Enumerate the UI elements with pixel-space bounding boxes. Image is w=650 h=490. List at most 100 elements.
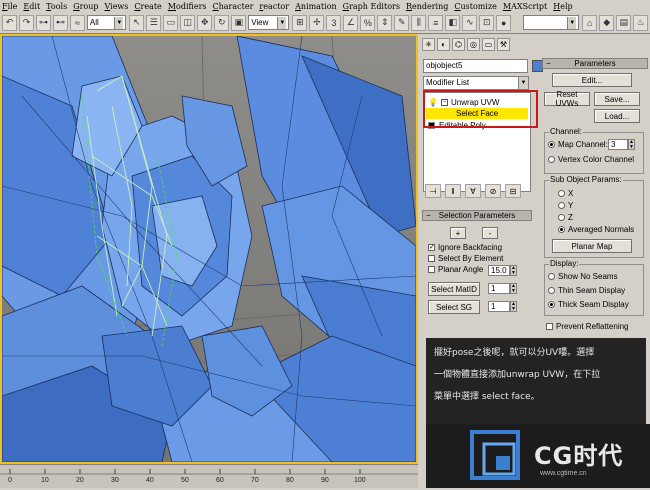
- menu-rendering[interactable]: Rendering: [406, 2, 448, 11]
- spinner-arrows-icon[interactable]: ▲ ▼: [510, 301, 517, 312]
- radio-label: Y: [568, 201, 574, 210]
- averaged-normals-radio[interactable]: Averaged Normals: [558, 225, 634, 234]
- menu-tools[interactable]: Tools: [46, 2, 67, 11]
- menu-maxscript[interactable]: MAXScript: [503, 2, 547, 11]
- shrink-selection-button[interactable]: -: [482, 227, 498, 239]
- menu-graph-editors[interactable]: Graph Editors: [343, 2, 400, 11]
- percent-snap-icon[interactable]: %: [360, 14, 376, 31]
- mirror-icon[interactable]: ⫼: [411, 14, 427, 31]
- link-icon[interactable]: ⊶: [35, 14, 51, 31]
- rollout-title-text: Selection Parameters: [438, 211, 516, 220]
- render-type-icon[interactable]: ▤: [616, 14, 632, 31]
- curve-editor-icon[interactable]: ∿: [462, 14, 478, 31]
- teapot-icon[interactable]: ♨: [633, 14, 649, 31]
- spinner-arrows-icon[interactable]: ▲ ▼: [628, 139, 635, 150]
- rect-select-icon[interactable]: ▭: [163, 14, 179, 31]
- configure-sets-icon[interactable]: ⊟: [505, 184, 521, 198]
- planar-map-button[interactable]: Planar Map: [552, 239, 632, 253]
- map-channel-spinner[interactable]: 3 ▲ ▼: [608, 139, 635, 150]
- render-scene-icon[interactable]: ⌂: [582, 14, 598, 31]
- snap-icon[interactable]: 3: [326, 14, 342, 31]
- unlink-icon[interactable]: ⊷: [52, 14, 68, 31]
- select-by-name-icon[interactable]: ☰: [146, 14, 162, 31]
- rotate-icon[interactable]: ↻: [214, 14, 230, 31]
- menu-group[interactable]: Group: [73, 2, 98, 11]
- modify-tab-icon[interactable]: ◐: [437, 38, 450, 51]
- show-no-seams-radio[interactable]: Show No Seams: [548, 272, 618, 281]
- select-sg-button[interactable]: Select SG: [428, 300, 480, 314]
- hierarchy-tab-icon[interactable]: ⌬: [452, 38, 465, 51]
- select-manipulate-icon[interactable]: ✢: [309, 14, 325, 31]
- pin-stack-icon[interactable]: ⊣: [425, 184, 441, 198]
- material-editor-icon[interactable]: ●: [496, 14, 512, 31]
- planar-angle-checkbox[interactable]: Planar Angle: [428, 265, 483, 274]
- grow-selection-button[interactable]: +: [450, 227, 466, 239]
- reset-uvws-button[interactable]: Reset UVWs: [544, 90, 590, 108]
- spinner-arrows-icon[interactable]: ▲ ▼: [510, 265, 517, 276]
- select-matid-button[interactable]: Select MatID: [428, 282, 480, 296]
- select-by-element-checkbox[interactable]: Select By Element: [428, 254, 503, 263]
- window-crossing-icon[interactable]: ◫: [180, 14, 196, 31]
- x-radio[interactable]: X: [558, 189, 573, 198]
- spinner-snap-icon[interactable]: ⇕: [377, 14, 393, 31]
- radio-label: Averaged Normals: [568, 225, 635, 234]
- display-tab-icon[interactable]: ▭: [482, 38, 495, 51]
- save-button[interactable]: Save...: [594, 92, 640, 106]
- motion-tab-icon[interactable]: ◎: [467, 38, 480, 51]
- spinner-arrows-icon[interactable]: ▲ ▼: [510, 283, 517, 294]
- load-button[interactable]: Load...: [594, 109, 640, 123]
- make-unique-icon[interactable]: ∀: [465, 184, 481, 198]
- matid-spinner[interactable]: 1 ▲ ▼: [488, 283, 517, 294]
- pivot-icon[interactable]: ⊞: [292, 14, 308, 31]
- schematic-icon[interactable]: ⊡: [479, 14, 495, 31]
- reference-coordinate-dropdown[interactable]: View ▼: [248, 15, 290, 30]
- modifier-list-dropdown[interactable]: Modifier List ▼: [423, 76, 529, 90]
- named-selection-icon[interactable]: ✎: [394, 14, 410, 31]
- thin-seam-display-radio[interactable]: Thin Seam Display: [548, 286, 625, 295]
- named-selection-set-dropdown[interactable]: ▼: [523, 15, 580, 30]
- bind-icon[interactable]: ≈: [69, 14, 85, 31]
- menu-file[interactable]: File: [2, 2, 17, 11]
- menu-create[interactable]: Create: [134, 2, 161, 11]
- vertex-color-channel-radio[interactable]: Vertex Color Channel: [548, 155, 634, 164]
- viewport-perspective[interactable]: [0, 34, 418, 464]
- ignore-backfacing-checkbox[interactable]: ✓ Ignore Backfacing: [428, 243, 502, 252]
- align-icon[interactable]: ≡: [428, 14, 444, 31]
- menu-customize[interactable]: Customize: [454, 2, 497, 11]
- prevent-reflattening-checkbox[interactable]: Prevent Reflattening: [546, 322, 629, 331]
- move-icon[interactable]: ✥: [197, 14, 213, 31]
- menu-views[interactable]: Views: [105, 2, 129, 11]
- parameters-title[interactable]: − Parameters: [542, 58, 648, 69]
- show-end-result-icon[interactable]: ‖: [445, 184, 461, 198]
- menu-reactor[interactable]: reactor: [259, 2, 289, 11]
- menu-help[interactable]: Help: [553, 2, 572, 11]
- z-radio[interactable]: Z: [558, 213, 573, 222]
- annotation-line: 一個物體直接添加unwrap UVW，在下拉: [434, 370, 601, 380]
- select-object-icon[interactable]: ↖: [129, 14, 145, 31]
- time-slider[interactable]: 0 10 20 30 40 50 60 70 80 90 100: [0, 464, 418, 488]
- map-channel-radio[interactable]: Map Channel:: [548, 140, 608, 149]
- undo-icon[interactable]: ↶: [2, 14, 17, 31]
- radio-selected: [548, 141, 555, 148]
- menu-animation[interactable]: Animation: [295, 2, 337, 11]
- sg-spinner[interactable]: 1 ▲ ▼: [488, 301, 517, 312]
- create-tab-icon[interactable]: ✳: [422, 38, 435, 51]
- tick-label: 90: [321, 477, 329, 484]
- menu-edit[interactable]: Edit: [23, 2, 40, 11]
- menu-character[interactable]: Character: [213, 2, 254, 11]
- selection-parameters-title[interactable]: − Selection Parameters: [422, 210, 532, 221]
- selection-filter-dropdown[interactable]: All ▼: [86, 15, 127, 30]
- remove-modifier-icon[interactable]: ⊘: [485, 184, 501, 198]
- redo-icon[interactable]: ↷: [18, 14, 34, 31]
- angle-snap-icon[interactable]: ∠: [343, 14, 359, 31]
- thick-seam-display-radio[interactable]: Thick Seam Display: [548, 300, 629, 309]
- y-radio[interactable]: Y: [558, 201, 573, 210]
- quick-render-icon[interactable]: ◆: [599, 14, 615, 31]
- layer-icon[interactable]: ◧: [445, 14, 461, 31]
- menu-modifiers[interactable]: Modifiers: [168, 2, 207, 11]
- utilities-tab-icon[interactable]: ⚒: [497, 38, 510, 51]
- object-name-field[interactable]: objobject5: [423, 59, 528, 73]
- planar-angle-spinner[interactable]: 15.0 ▲ ▼: [488, 265, 517, 276]
- edit-button[interactable]: Edit...: [552, 73, 632, 87]
- scale-icon[interactable]: ▣: [231, 14, 247, 31]
